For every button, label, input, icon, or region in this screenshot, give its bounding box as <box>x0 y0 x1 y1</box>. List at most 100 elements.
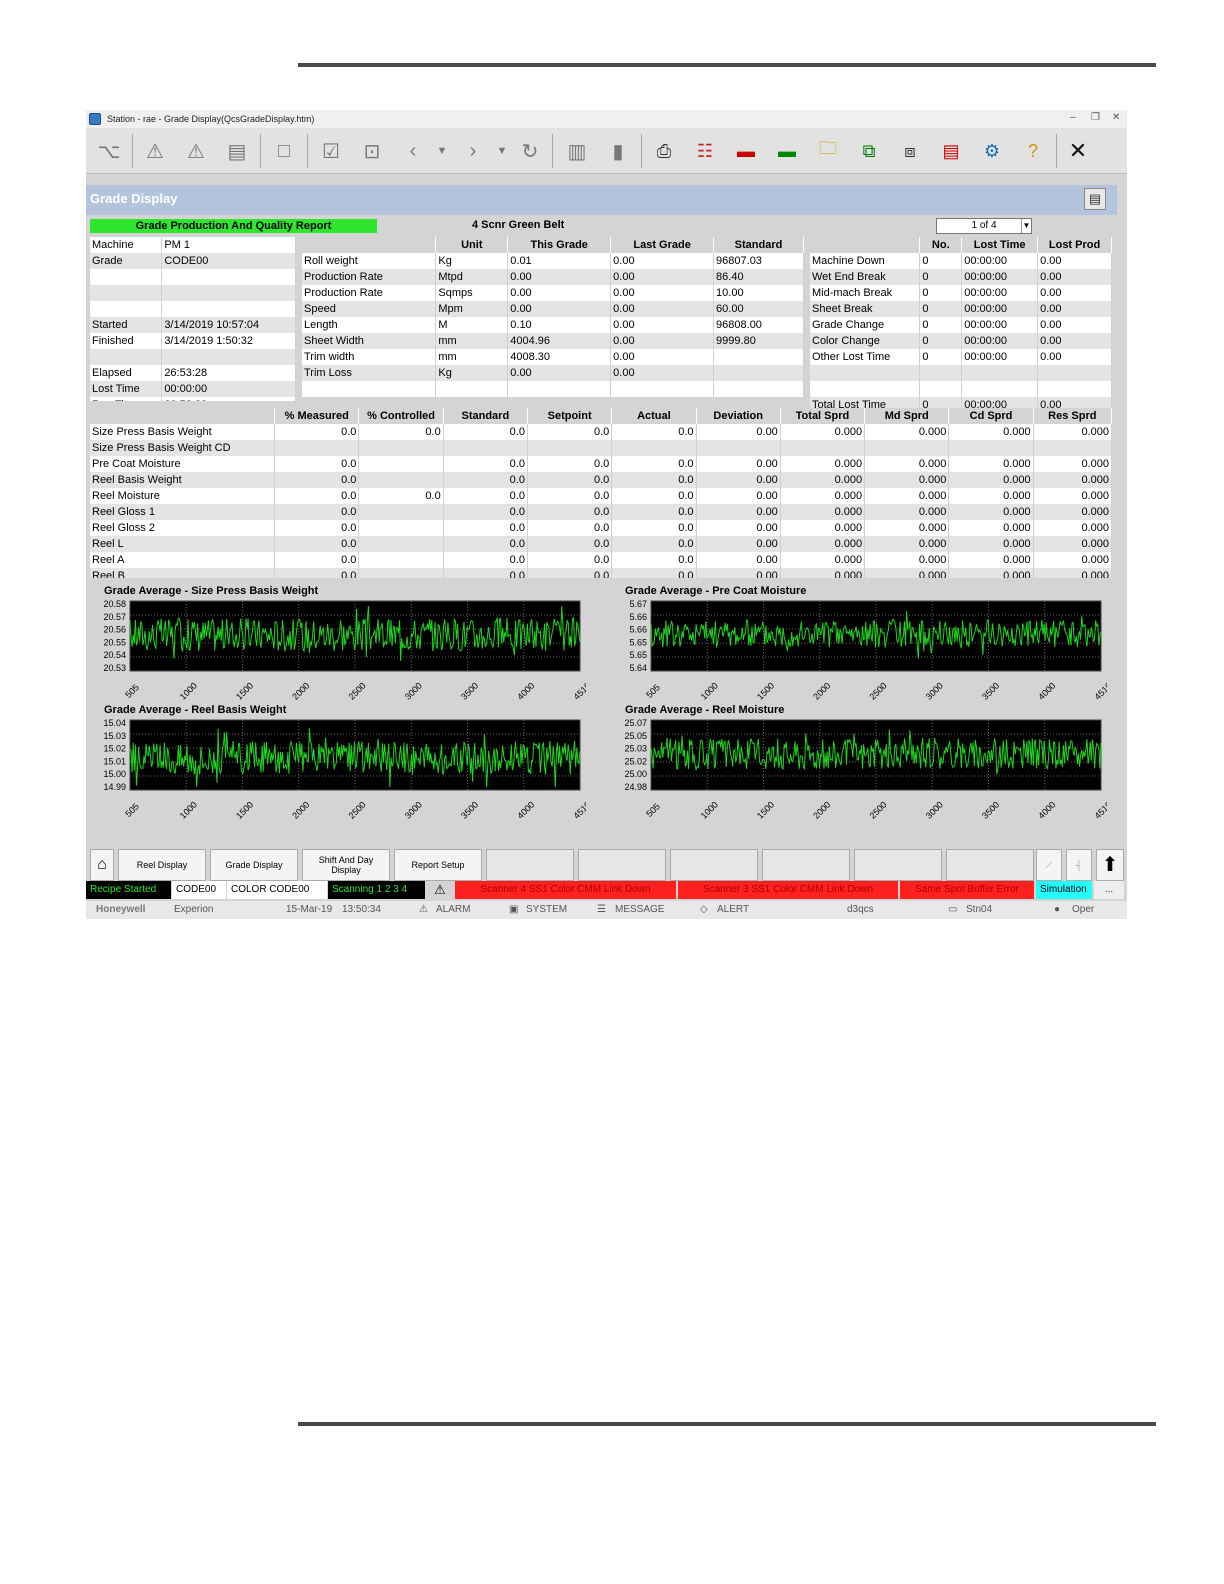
x-tick-label: 505 <box>123 682 141 700</box>
tab-empty[interactable] <box>854 849 942 881</box>
quality-cell: 0.000 <box>948 456 1034 472</box>
display-icon[interactable]: ▤ <box>222 136 252 166</box>
alarm-icon[interactable]: ⚠ <box>140 136 170 166</box>
production-cell: Speed <box>302 301 437 317</box>
quality-cell: 0.00 <box>696 568 781 578</box>
honeywell-logo: Honeywell <box>96 904 146 915</box>
table-row: Size Press Basis Weight CD <box>90 440 1112 456</box>
quality-header: Cd Sprd <box>948 408 1034 424</box>
tab-reel-display[interactable]: Reel Display <box>118 849 206 881</box>
quality-cell: 0.000 <box>948 504 1034 520</box>
production-cell: 0.00 <box>610 333 715 349</box>
alarm-status[interactable]: ALARM <box>436 904 470 915</box>
system-status[interactable]: SYSTEM <box>526 904 567 915</box>
alarm-summary-icon[interactable]: ⚠ <box>181 136 211 166</box>
table-row: Speed Mpm 0.00 0.00 60.00 <box>302 301 804 317</box>
lost-header: No. <box>919 237 963 253</box>
y-tick-label: 15.03 <box>104 731 126 741</box>
restore-button[interactable]: ❐ <box>1091 112 1100 123</box>
message-status[interactable]: MESSAGE <box>615 904 664 915</box>
lost-cell <box>810 365 921 381</box>
quality-cell: 0.0 <box>274 472 360 488</box>
forward-icon[interactable]: › <box>458 136 488 166</box>
quality-cell <box>358 520 444 536</box>
network-icon[interactable]: ⌥ <box>94 136 124 166</box>
warning-icon[interactable]: ⚠ <box>427 881 453 899</box>
home-icon[interactable]: ⌂ <box>90 849 114 881</box>
info-label <box>90 285 163 301</box>
up-arrow-icon[interactable]: ⬆ <box>1096 849 1124 881</box>
minimize-button[interactable]: – <box>1070 112 1076 123</box>
tab-grade-display[interactable]: Grade Display <box>210 849 298 881</box>
more-button[interactable]: ... <box>1094 881 1124 899</box>
lost-header <box>810 237 921 253</box>
table-row: Trim width mm 4008.30 0.00 <box>302 349 804 365</box>
quality-cell: 0.0 <box>443 504 528 520</box>
production-cell: 96808.00 <box>713 317 804 333</box>
tab-empty[interactable] <box>486 849 574 881</box>
system-icon[interactable]: ▣ <box>509 904 518 915</box>
window-close-button[interactable]: ✕ <box>1112 112 1120 123</box>
printer-icon[interactable]: ⎙ <box>649 136 679 166</box>
buffer-alert[interactable]: Same Spot Buffer Error <box>900 881 1034 899</box>
quality-cell <box>358 552 444 568</box>
message-icon[interactable]: ☰ <box>597 904 606 915</box>
next-page-icon[interactable]: ┤ <box>1066 849 1092 881</box>
back-icon[interactable]: ‹ <box>398 136 428 166</box>
info-label <box>90 269 163 285</box>
table-row: Reel A 0.0 0.0 0.0 0.0 0.00 0.000 0.000 0.000 0.0… <box>90 552 1112 568</box>
quality-cell <box>948 440 1034 456</box>
x-tick-label: 3000 <box>403 681 424 700</box>
refresh-icon[interactable]: ↻ <box>515 136 545 166</box>
help-icon[interactable]: ? <box>1018 136 1048 166</box>
quality-cell: 0.0 <box>611 520 697 536</box>
chevron-down-icon[interactable]: ▼ <box>1021 219 1031 233</box>
alert-status[interactable]: ALERT <box>717 904 749 915</box>
page-title: Grade Display <box>86 185 1117 215</box>
x-tick-label: 3500 <box>459 681 480 700</box>
close-icon[interactable]: ✕ <box>1063 136 1093 166</box>
previous-page-icon[interactable]: ⟋ <box>1036 849 1062 881</box>
scanner4-alert[interactable]: Scanner 4 SS1 Color CMM Link Down <box>455 881 676 899</box>
quality-cell: 0.000 <box>780 488 866 504</box>
folder-icon[interactable]: 🗀 <box>813 136 843 166</box>
screen-swap-icon[interactable]: ⧉ <box>854 136 884 166</box>
gear-icon[interactable]: ⚙ <box>977 136 1007 166</box>
tab-report-setup[interactable]: Report Setup <box>394 849 482 881</box>
y-tick-label: 15.02 <box>104 744 126 754</box>
monitor-red-icon[interactable]: ▬ <box>731 136 761 166</box>
quality-cell: 0.000 <box>948 488 1034 504</box>
quality-cell: 0.00 <box>696 488 781 504</box>
print-display-button[interactable]: ▤ <box>1084 188 1106 210</box>
lost-cell: Machine Down <box>810 253 921 269</box>
quality-cell: 0.0 <box>443 536 528 552</box>
monitor-green-icon[interactable]: ▬ <box>772 136 802 166</box>
bars-icon[interactable]: ▮ <box>603 136 633 166</box>
lost-cell: 0 <box>919 333 963 349</box>
forward-dropdown-icon[interactable]: ▼ <box>487 136 517 166</box>
production-cell: Mpm <box>435 301 509 317</box>
table-row: Color Change 0 00:00:00 0.00 <box>810 333 1112 349</box>
table-row: Production Rate Sqmps 0.00 0.00 10.00 <box>302 285 804 301</box>
tab-empty[interactable] <box>946 849 1034 881</box>
tab-empty[interactable] <box>578 849 666 881</box>
stack-icon[interactable]: ⧈ <box>895 136 925 166</box>
quality-cell: 0.000 <box>780 536 866 552</box>
page-selector[interactable]: 1 of 4 ▼ <box>936 218 1032 234</box>
tab-empty[interactable] <box>762 849 850 881</box>
blank-display-icon[interactable]: □ <box>269 136 299 166</box>
checkbox-up-icon[interactable]: ⊡ <box>357 136 387 166</box>
checkbox-down-icon[interactable]: ☑ <box>316 136 346 166</box>
scanner3-alert[interactable]: Scanner 3 SS1 Color CMM Link Down <box>678 881 898 899</box>
report-icon[interactable]: ▤ <box>936 136 966 166</box>
tab-empty[interactable] <box>670 849 758 881</box>
alarm-status-icon[interactable]: ⚠ <box>419 904 428 915</box>
tab-shift-and-day-display[interactable]: Shift And Day Display <box>302 849 390 881</box>
back-dropdown-icon[interactable]: ▼ <box>427 136 457 166</box>
trend-icon[interactable]: ▥ <box>562 136 592 166</box>
bottom-rule <box>298 1422 1156 1426</box>
quality-cell: 0.0 <box>443 456 528 472</box>
checklist-icon[interactable]: ☷ <box>690 136 720 166</box>
quality-header: % Measured <box>274 408 360 424</box>
alert-icon[interactable]: ◇ <box>700 904 708 915</box>
